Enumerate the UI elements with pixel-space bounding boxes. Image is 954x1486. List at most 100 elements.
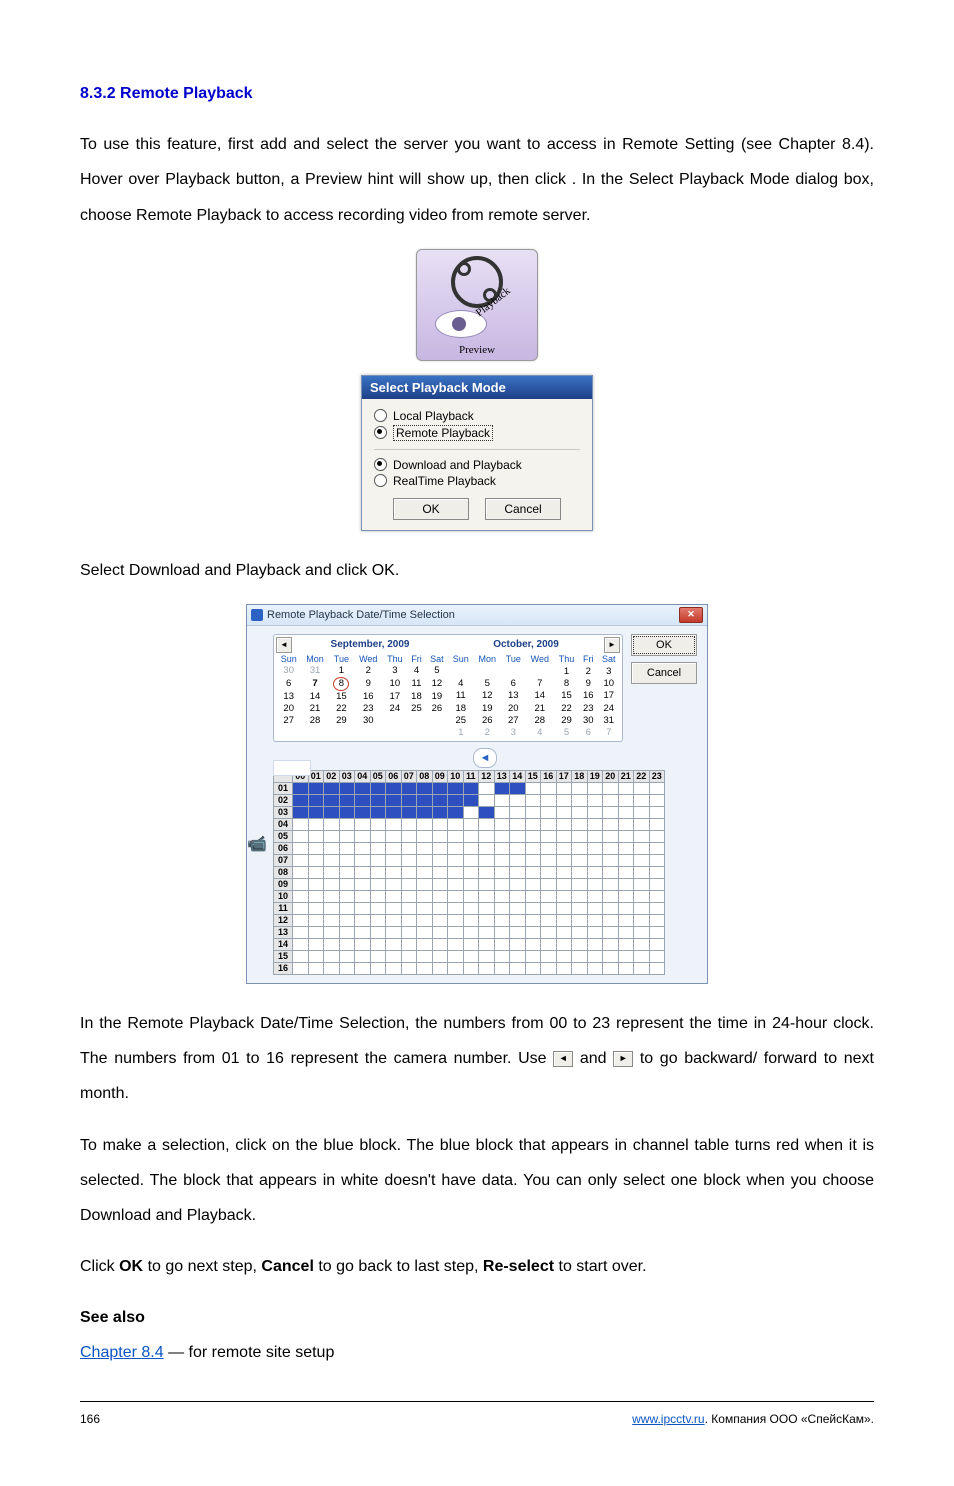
grid-cell[interactable] [479,890,495,902]
calendar-day[interactable]: 2 [354,665,382,677]
grid-cell[interactable] [293,878,309,890]
grid-cell[interactable] [525,830,541,842]
grid-cell[interactable] [308,914,324,926]
grid-cell[interactable] [432,914,448,926]
grid-cell[interactable] [293,962,309,974]
calendar-day[interactable]: 16 [579,690,598,702]
grid-cell[interactable] [386,950,402,962]
grid-cell[interactable] [448,818,464,830]
grid-cell[interactable] [448,950,464,962]
grid-cell[interactable] [324,854,340,866]
grid-cell[interactable] [572,902,588,914]
grid-cell[interactable] [308,950,324,962]
grid-cell[interactable] [510,902,526,914]
calendar-day[interactable]: 24 [598,702,620,714]
grid-cell[interactable] [479,914,495,926]
grid-cell[interactable] [587,926,603,938]
grid-cell[interactable] [386,938,402,950]
grid-cell[interactable] [494,926,510,938]
grid-cell[interactable] [541,926,557,938]
grid-cell[interactable] [463,878,479,890]
grid-cell[interactable] [479,938,495,950]
grid-cell[interactable] [634,938,650,950]
channel-hour-grid[interactable]: 0001020304050607080910111213141516171819… [273,770,665,975]
grid-cell[interactable] [556,938,572,950]
calendar-day[interactable]: 7 [598,727,620,739]
calendar-day[interactable]: 28 [301,715,328,727]
footer-link[interactable]: www.ipcctv.ru [632,1412,704,1426]
calendar-day[interactable]: 28 [526,714,555,726]
grid-cell[interactable] [355,890,371,902]
grid-cell[interactable] [525,806,541,818]
calendar-day[interactable]: 22 [329,703,354,715]
grid-cell[interactable] [618,842,634,854]
calendar-day[interactable] [426,715,448,727]
calendar-day[interactable]: 13 [501,690,526,702]
grid-cell[interactable] [494,938,510,950]
calendar-day[interactable]: 30 [354,715,382,727]
grid-cell[interactable] [618,866,634,878]
grid-cell[interactable] [432,818,448,830]
grid-cell[interactable] [634,878,650,890]
grid-cell[interactable] [308,962,324,974]
grid-cell[interactable] [308,806,324,818]
calendar-day[interactable]: 18 [407,691,426,703]
calendar-day[interactable] [276,727,301,739]
calendar-day[interactable]: 3 [501,727,526,739]
grid-cell[interactable] [541,842,557,854]
grid-cell[interactable] [649,818,665,830]
grid-cell[interactable] [339,950,355,962]
grid-cell[interactable] [510,818,526,830]
grid-cell[interactable] [324,794,340,806]
grid-cell[interactable] [463,926,479,938]
grid-cell[interactable] [324,914,340,926]
calendar-day[interactable]: 27 [276,715,301,727]
grid-cell[interactable] [448,830,464,842]
grid-cell[interactable] [463,794,479,806]
grid-cell[interactable] [463,818,479,830]
grid-cell[interactable] [293,818,309,830]
inline-next-button[interactable]: ► [613,1051,633,1067]
grid-cell[interactable] [572,878,588,890]
calendar-day[interactable]: 23 [354,703,382,715]
grid-cell[interactable] [293,782,309,794]
grid-cell[interactable] [370,794,386,806]
grid-cell[interactable] [525,950,541,962]
grid-cell[interactable] [386,806,402,818]
grid-cell[interactable] [587,914,603,926]
grid-cell[interactable] [339,782,355,794]
grid-cell[interactable] [572,890,588,902]
grid-cell[interactable] [432,842,448,854]
grid-cell[interactable] [370,962,386,974]
grid-cell[interactable] [541,794,557,806]
grid-cell[interactable] [448,914,464,926]
grid-cell[interactable] [401,962,417,974]
rp-cancel-button[interactable]: Cancel [631,662,697,684]
grid-cell[interactable] [541,830,557,842]
grid-cell[interactable] [572,950,588,962]
calendar-day[interactable]: 6 [501,677,526,689]
grid-cell[interactable] [510,950,526,962]
grid-cell[interactable] [479,830,495,842]
grid-cell[interactable] [401,866,417,878]
grid-cell[interactable] [355,950,371,962]
grid-cell[interactable] [572,926,588,938]
grid-cell[interactable] [339,842,355,854]
grid-cell[interactable] [355,926,371,938]
grid-cell[interactable] [572,806,588,818]
calendar-day[interactable]: 3 [382,665,407,677]
grid-cell[interactable] [386,782,402,794]
calendar-day[interactable]: 25 [448,714,474,726]
grid-cell[interactable] [494,830,510,842]
grid-cell[interactable] [370,914,386,926]
grid-cell[interactable] [587,902,603,914]
grid-cell[interactable] [401,830,417,842]
grid-cell[interactable] [370,854,386,866]
grid-cell[interactable] [339,962,355,974]
grid-cell[interactable] [479,818,495,830]
grid-cell[interactable] [587,938,603,950]
grid-cell[interactable] [510,938,526,950]
grid-cell[interactable] [556,914,572,926]
grid-cell[interactable] [634,926,650,938]
grid-cell[interactable] [324,926,340,938]
